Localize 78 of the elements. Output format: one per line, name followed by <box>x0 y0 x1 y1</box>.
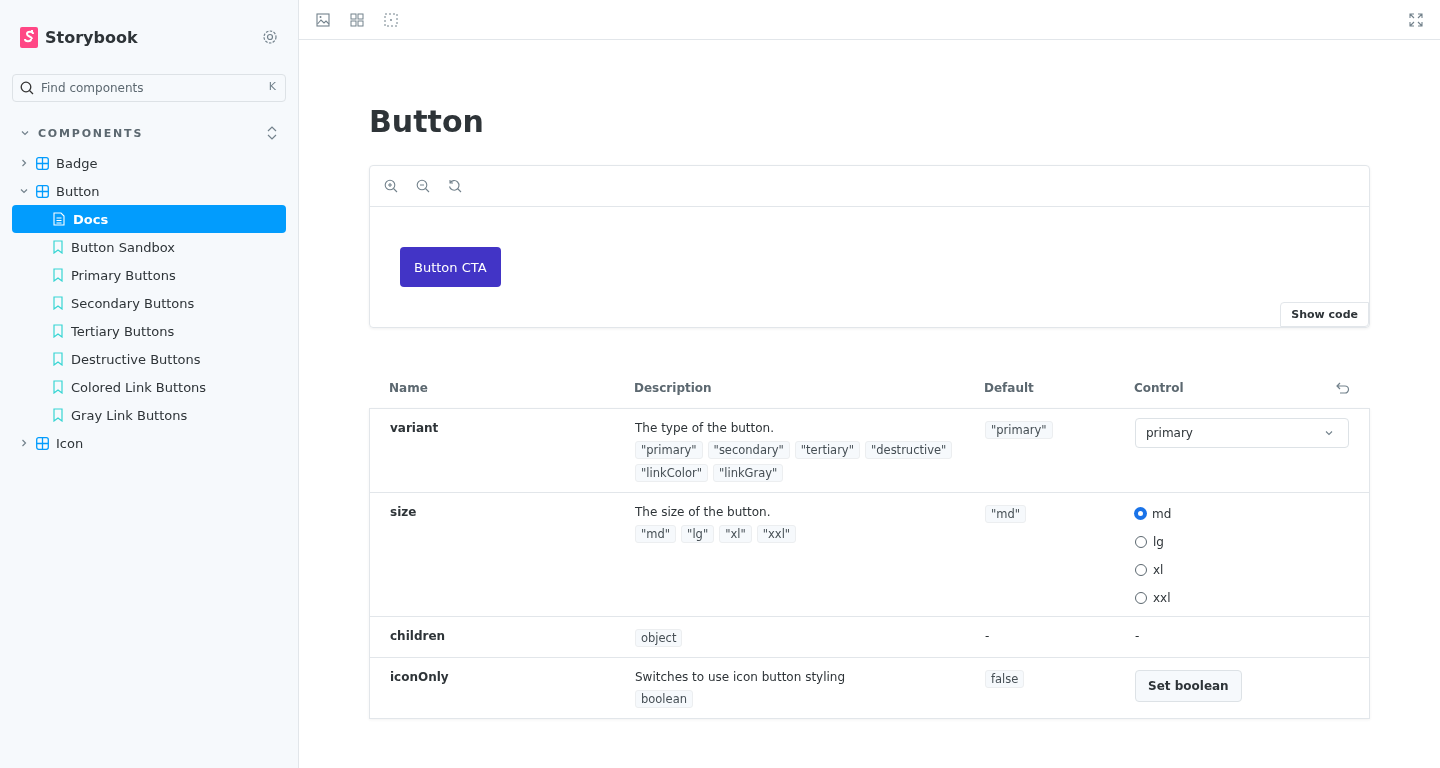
chevron-icon <box>19 186 29 196</box>
page-title: Button <box>369 103 485 141</box>
component-grid-icon <box>36 436 49 450</box>
control-value: - <box>1135 629 1140 643</box>
radio-button[interactable] <box>1135 508 1146 519</box>
prop-description: The size of the button. <box>635 505 772 519</box>
radio-label: lg <box>1153 534 1164 549</box>
tree-item[interactable]: Colored Link Buttons <box>12 373 286 401</box>
bookmark-icon <box>53 240 63 254</box>
expand-collapse-icon[interactable] <box>266 125 278 141</box>
zoom-in-icon[interactable] <box>384 179 398 193</box>
prop-name: children <box>390 629 446 643</box>
show-code-button[interactable]: Show code <box>1280 302 1369 327</box>
default-value: "md" <box>985 505 1027 523</box>
image-icon[interactable] <box>316 12 330 27</box>
settings-icon[interactable] <box>262 29 278 45</box>
type-tag: "md" <box>635 525 677 543</box>
radio-label: md <box>1152 506 1172 521</box>
column-header: Name <box>389 381 429 395</box>
prop-name: size <box>390 505 417 519</box>
select-field[interactable]: primary <box>1135 418 1349 448</box>
bookmark-icon <box>53 324 63 338</box>
fullscreen-icon[interactable] <box>1409 12 1423 27</box>
prop-description: Switches to use icon button styling <box>635 670 847 684</box>
type-tag: "primary" <box>635 441 703 459</box>
tree-item[interactable]: Gray Link Buttons <box>12 401 286 429</box>
type-tag: "secondary" <box>707 441 790 459</box>
component-grid-icon <box>36 184 49 198</box>
tree-item[interactable]: Tertiary Buttons <box>12 317 286 345</box>
bookmark-icon <box>53 380 63 394</box>
search-icon <box>20 81 34 95</box>
prop-name: variant <box>390 421 439 435</box>
tree-item[interactable]: Button <box>12 177 286 205</box>
type-tag: "linkColor" <box>635 464 708 482</box>
brand-name: Storybook <box>45 27 138 47</box>
type-tag: "destructive" <box>864 441 953 459</box>
tree-item[interactable]: Badge <box>12 149 286 177</box>
chevron-icon <box>19 438 29 448</box>
undo-icon[interactable] <box>1336 382 1350 394</box>
column-header: Control <box>1134 381 1185 395</box>
chevron-icon[interactable] <box>20 128 30 138</box>
bookmark-icon <box>53 296 63 310</box>
default-value: "primary" <box>985 421 1053 439</box>
prop-name: iconOnly <box>390 670 449 684</box>
zoom-reset-icon[interactable] <box>448 179 462 193</box>
component-grid-icon <box>36 156 49 170</box>
storybook-logo-icon <box>20 26 38 48</box>
tree-item[interactable]: Secondary Buttons <box>12 289 286 317</box>
zoom-out-icon[interactable] <box>416 179 430 193</box>
shortcut-key: K <box>268 80 276 93</box>
radio-label: xxl <box>1153 590 1171 605</box>
type-tag: boolean <box>635 690 693 708</box>
type-tag: "xl" <box>719 525 752 543</box>
chevron-icon <box>1324 428 1334 438</box>
default-value: - <box>985 629 990 643</box>
type-tag: object <box>635 629 683 647</box>
column-header: Description <box>634 381 713 395</box>
radio-label: xl <box>1153 562 1164 577</box>
column-header: Default <box>984 381 1035 395</box>
document-icon <box>53 212 65 226</box>
set-boolean-button[interactable]: Set boolean <box>1135 670 1242 702</box>
prop-description: The type of the button. <box>635 421 776 435</box>
type-tag: "tertiary" <box>794 441 860 459</box>
type-tag: "xxl" <box>756 525 797 543</box>
default-value: false <box>985 670 1025 688</box>
type-tag: "linkGray" <box>712 464 784 482</box>
bookmark-icon <box>53 408 63 422</box>
tree-item[interactable]: Destructive Buttons <box>12 345 286 373</box>
tree-item[interactable]: Icon <box>12 429 286 457</box>
bookmark-icon <box>53 352 63 366</box>
chevron-icon <box>19 158 29 168</box>
section-heading[interactable]: COMPONENTS <box>38 126 144 140</box>
bookmark-icon <box>53 268 63 282</box>
cta-button[interactable]: Button CTA <box>400 247 501 287</box>
grid-icon[interactable] <box>350 12 364 27</box>
type-tag: "lg" <box>681 525 715 543</box>
tree-item[interactable]: Primary Buttons <box>12 261 286 289</box>
tree-item[interactable]: Button Sandbox <box>12 233 286 261</box>
